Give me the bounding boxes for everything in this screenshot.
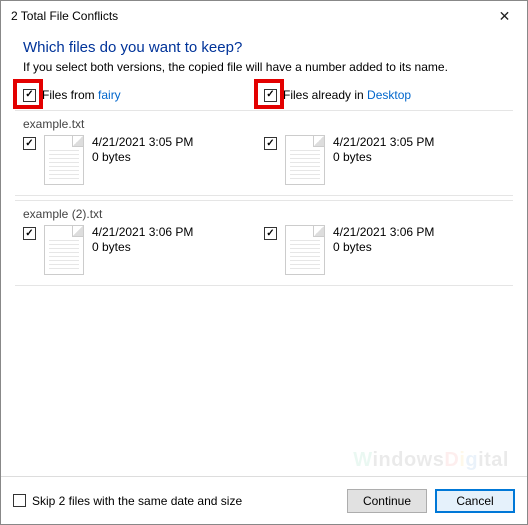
file-size: 0 bytes: [92, 150, 193, 164]
dialog-buttons: Continue Cancel: [347, 489, 515, 513]
close-button[interactable]: ✕: [482, 1, 527, 31]
conflict-group: example.txt 4/21/2021 3:05 PM 0 bytes 4/…: [15, 110, 513, 196]
conflict-group: example (2).txt 4/21/2021 3:06 PM 0 byte…: [15, 200, 513, 286]
continue-button[interactable]: Continue: [347, 489, 427, 513]
watermark: WindowsDigital: [353, 449, 509, 472]
file-size: 0 bytes: [92, 240, 193, 254]
file-name: example.txt: [23, 117, 505, 131]
conflict-row: 4/21/2021 3:06 PM 0 bytes 4/21/2021 3:06…: [23, 225, 505, 275]
dest-version: 4/21/2021 3:05 PM 0 bytes: [264, 135, 505, 185]
file-size: 0 bytes: [333, 240, 434, 254]
skip-same-files[interactable]: Skip 2 files with the same date and size: [13, 494, 242, 508]
dest-version-checkbox[interactable]: [264, 137, 277, 150]
source-column-header: Files from fairy: [23, 88, 264, 102]
source-version: 4/21/2021 3:05 PM 0 bytes: [23, 135, 264, 185]
dialog-footer: Skip 2 files with the same date and size…: [1, 476, 527, 524]
select-all-dest-checkbox[interactable]: [264, 89, 277, 102]
cancel-button[interactable]: Cancel: [435, 489, 515, 513]
titlebar: 2 Total File Conflicts ✕: [1, 1, 527, 31]
file-meta: 4/21/2021 3:06 PM 0 bytes: [92, 225, 193, 254]
close-icon: ✕: [499, 8, 511, 25]
file-date: 4/21/2021 3:06 PM: [92, 225, 193, 239]
file-meta: 4/21/2021 3:05 PM 0 bytes: [92, 135, 193, 164]
dest-location-link[interactable]: Desktop: [367, 88, 411, 102]
conflict-row: 4/21/2021 3:05 PM 0 bytes 4/21/2021 3:05…: [23, 135, 505, 185]
dest-version-checkbox[interactable]: [264, 227, 277, 240]
source-version-checkbox[interactable]: [23, 227, 36, 240]
select-all-source-checkbox[interactable]: [23, 89, 36, 102]
column-headers: Files from fairy Files already in Deskto…: [1, 84, 527, 110]
header-subtitle: If you select both versions, the copied …: [23, 60, 505, 74]
skip-checkbox[interactable]: [13, 494, 26, 507]
source-version: 4/21/2021 3:06 PM 0 bytes: [23, 225, 264, 275]
dest-column-label: Files already in Desktop: [283, 88, 411, 102]
file-icon: [285, 135, 325, 185]
dialog-header: Which files do you want to keep? If you …: [1, 31, 527, 84]
file-date: 4/21/2021 3:05 PM: [92, 135, 193, 149]
file-name: example (2).txt: [23, 207, 505, 221]
conflict-groups: example.txt 4/21/2021 3:05 PM 0 bytes 4/…: [1, 110, 527, 286]
dest-column-header: Files already in Desktop: [264, 88, 505, 102]
file-date: 4/21/2021 3:06 PM: [333, 225, 434, 239]
file-size: 0 bytes: [333, 150, 434, 164]
source-location-link[interactable]: fairy: [98, 88, 121, 102]
source-column-label: Files from fairy: [42, 88, 121, 102]
file-icon: [44, 225, 84, 275]
file-icon: [285, 225, 325, 275]
file-meta: 4/21/2021 3:05 PM 0 bytes: [333, 135, 434, 164]
window-title: 2 Total File Conflicts: [11, 9, 118, 23]
skip-label: Skip 2 files with the same date and size: [32, 494, 242, 508]
dest-version: 4/21/2021 3:06 PM 0 bytes: [264, 225, 505, 275]
file-date: 4/21/2021 3:05 PM: [333, 135, 434, 149]
file-icon: [44, 135, 84, 185]
source-version-checkbox[interactable]: [23, 137, 36, 150]
header-title: Which files do you want to keep?: [23, 39, 505, 56]
file-meta: 4/21/2021 3:06 PM 0 bytes: [333, 225, 434, 254]
